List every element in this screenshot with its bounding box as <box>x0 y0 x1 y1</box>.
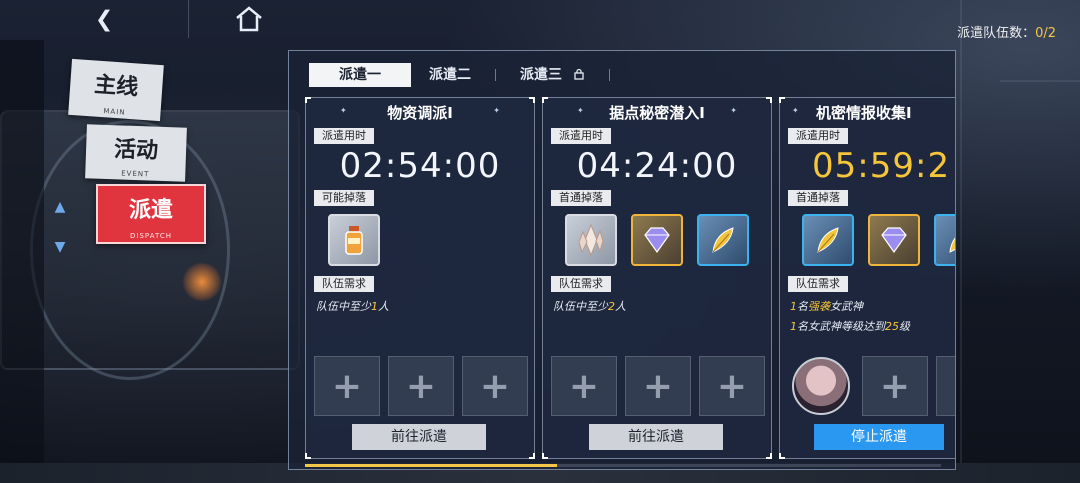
drop-items <box>802 214 955 266</box>
dispatch-tabs: 派遣一 派遣二 派遣三 <box>309 63 616 87</box>
dispatch-team-count: 派遣队伍数：0/2 <box>957 22 1056 41</box>
diamond-icon <box>881 227 907 254</box>
card-title: ✦ 机密情报收集I <box>792 102 955 123</box>
team-count-value: 0/2 <box>1035 26 1056 41</box>
dispatch-card-3: ✦ 机密情报收集I 派遣用时 05:59:2 首通掉落 队伍需求 1名强袭女武神… <box>779 97 955 459</box>
side-menu-event-sub: EVENT <box>121 169 150 179</box>
dispatch-panel: 派遣一 派遣二 派遣三 ✦ 物资调派I ✦ 派遣用时 02:54:00 可能掉落 <box>288 50 956 470</box>
crystal-icon <box>578 223 604 257</box>
dispatch-timer: 04:24:00 <box>576 146 738 186</box>
side-menu-dispatch-sub: DISPATCH <box>130 232 172 240</box>
tab-dispatch-2-label: 派遣二 <box>429 67 471 83</box>
tab-divider <box>495 69 496 81</box>
feather-icon <box>949 237 955 253</box>
requirement-label: 队伍需求 <box>551 276 611 292</box>
add-member-slot[interactable]: + <box>862 356 928 416</box>
side-menu-dispatch[interactable]: 派遣 DISPATCH <box>96 184 206 244</box>
side-menu-event-label: 活动 <box>113 137 159 164</box>
title-deco-icon: ✦ <box>577 106 584 115</box>
drop-item-supply-bottle[interactable] <box>328 214 380 266</box>
dispatch-timer: 05:59:2 <box>812 146 951 186</box>
side-menu-dispatch-label: 派遣 <box>128 198 173 223</box>
card-scrollbar-thumb[interactable] <box>305 464 557 467</box>
back-arrow-icon: ❮ <box>94 1 114 37</box>
tab-dispatch-3[interactable]: 派遣三 <box>502 63 603 87</box>
side-menu-main[interactable]: 主线 MAIN <box>68 58 164 122</box>
title-deco-icon: ✦ <box>340 106 347 115</box>
requirement-text-1: 1名强袭女武神 <box>790 300 863 313</box>
card-title-text: 物资调派I <box>387 104 453 122</box>
background-beam <box>1000 80 1080 82</box>
home-icon <box>235 6 262 32</box>
drop-item-crystal[interactable] <box>565 214 617 266</box>
side-down-arrow-icon[interactable]: ▼ <box>52 240 68 254</box>
add-member-slot[interactable]: + <box>551 356 617 416</box>
title-deco-icon: ✦ <box>730 106 737 115</box>
add-member-slot[interactable]: + <box>388 356 454 416</box>
tab-dispatch-3-label: 派遣三 <box>520 67 562 83</box>
back-button[interactable]: ❮ <box>84 1 124 37</box>
requirement-text-2: 1名女武神等级达到25级 <box>790 320 910 333</box>
side-menu-event[interactable]: 活动 EVENT <box>85 124 187 182</box>
go-dispatch-button[interactable]: 前往派遣 <box>352 424 486 450</box>
tab-dispatch-1[interactable]: 派遣一 <box>309 63 411 87</box>
drop-item-diamond[interactable] <box>631 214 683 266</box>
team-slots: + + + <box>551 356 765 416</box>
add-member-slot[interactable]: + <box>314 356 380 416</box>
drop-item-feather[interactable] <box>934 214 955 266</box>
dispatch-card-2: ✦ 据点秘密潜入I ✦ 派遣用时 04:24:00 首通掉落 队伍需求 队伍中至… <box>542 97 772 459</box>
card-title-text: 据点秘密潜入I <box>609 104 705 122</box>
tab-dispatch-1-label: 派遣一 <box>339 67 381 83</box>
drop-label: 首通掉落 <box>788 190 848 206</box>
team-count-label: 派遣队伍数： <box>957 26 1036 41</box>
add-member-slot[interactable]: + <box>462 356 528 416</box>
time-label: 派遣用时 <box>551 128 611 144</box>
requirement-text: 队伍中至少2人 <box>553 300 626 313</box>
title-deco-icon: ✦ <box>493 106 500 115</box>
home-button[interactable] <box>188 0 308 38</box>
member-slot[interactable] <box>788 356 854 416</box>
feather-icon <box>712 227 734 253</box>
valkyrie-avatar <box>792 357 850 415</box>
drop-label: 首通掉落 <box>551 190 611 206</box>
requirement-text: 队伍中至少1人 <box>316 300 389 313</box>
requirement-label: 队伍需求 <box>788 276 848 292</box>
background-pillar <box>960 0 962 483</box>
card-title-text: 机密情报收集I <box>816 104 912 122</box>
card-title: ✦ 据点秘密潜入I ✦ <box>543 102 771 123</box>
card-title: ✦ 物资调派I ✦ <box>306 102 534 123</box>
stop-dispatch-button[interactable]: 停止派遣 <box>814 424 944 450</box>
time-label: 派遣用时 <box>788 128 848 144</box>
tab-dispatch-2[interactable]: 派遣二 <box>411 63 489 87</box>
top-nav: ❮ <box>44 0 284 40</box>
add-member-slot[interactable]: + <box>936 356 955 416</box>
add-member-slot[interactable]: + <box>699 356 765 416</box>
dispatch-timer: 02:54:00 <box>339 146 501 186</box>
side-up-arrow-icon[interactable]: ▲ <box>52 200 68 214</box>
card-scrollbar[interactable] <box>305 464 941 467</box>
feather-icon <box>817 227 839 253</box>
side-menu-main-label: 主线 <box>93 72 140 101</box>
drop-item-diamond[interactable] <box>868 214 920 266</box>
drop-items <box>565 214 749 266</box>
lock-icon <box>574 68 584 80</box>
go-dispatch-button[interactable]: 前往派遣 <box>589 424 723 450</box>
dispatch-card-1: ✦ 物资调派I ✦ 派遣用时 02:54:00 可能掉落 队伍需求 队伍中至少1… <box>305 97 535 459</box>
background-left-edge <box>0 40 44 483</box>
time-label: 派遣用时 <box>314 128 374 144</box>
diamond-icon <box>644 227 670 254</box>
bottle-icon <box>345 226 363 255</box>
team-slots: + + <box>788 356 955 416</box>
drop-label: 可能掉落 <box>314 190 374 206</box>
title-deco-icon: ✦ <box>792 106 799 115</box>
drop-item-feather[interactable] <box>697 214 749 266</box>
tab-divider <box>608 69 610 81</box>
drop-items <box>328 214 380 266</box>
requirement-label: 队伍需求 <box>314 276 374 292</box>
add-member-slot[interactable]: + <box>625 356 691 416</box>
team-slots: + + + <box>314 356 528 416</box>
drop-item-feather[interactable] <box>802 214 854 266</box>
